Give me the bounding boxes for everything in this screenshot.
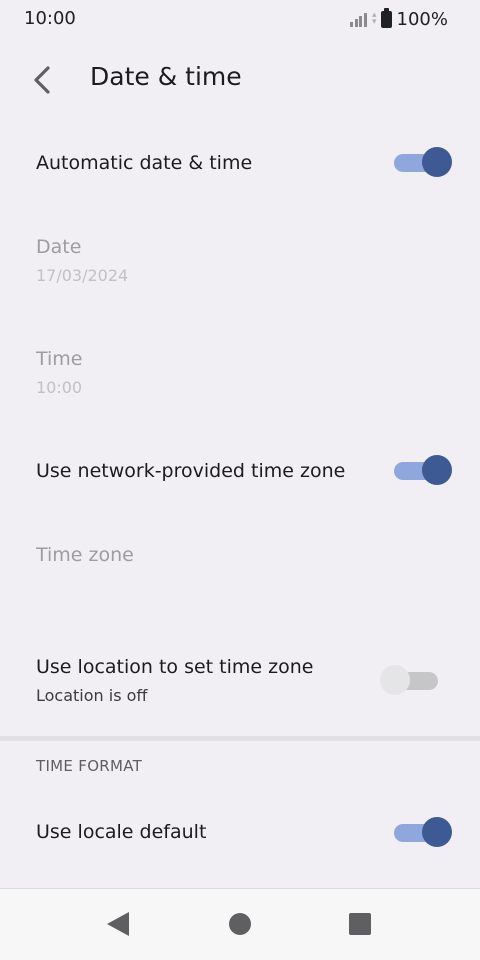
signal-icon: [350, 11, 368, 27]
use-locale-default-switch[interactable]: [392, 816, 454, 848]
switch-thumb: [380, 665, 410, 695]
time-zone-row: Time zone: [0, 520, 480, 600]
switch-thumb: [422, 147, 452, 177]
automatic-date-time-switch[interactable]: [392, 146, 454, 178]
time-title: Time: [36, 348, 83, 370]
status-bar: 10:00 ▴ ▾ 100%: [0, 0, 480, 38]
network-time-zone-row[interactable]: Use network-provided time zone: [0, 430, 480, 512]
location-time-zone-switch[interactable]: [380, 664, 442, 696]
automatic-date-time-title: Automatic date & time: [36, 152, 253, 174]
date-title: Date: [36, 236, 82, 258]
time-row: Time 10:00: [0, 332, 480, 418]
network-time-zone-title: Use network-provided time zone: [36, 460, 346, 482]
battery-percent: 100%: [396, 8, 448, 30]
status-icons: ▴ ▾ 100%: [350, 7, 448, 30]
location-time-zone-summary: Location is off: [36, 686, 148, 705]
network-time-zone-switch[interactable]: [392, 454, 454, 486]
date-value: 17/03/2024: [36, 266, 129, 285]
time-format-header: TIME FORMAT: [36, 757, 143, 775]
use-locale-default-row[interactable]: Use locale default: [0, 792, 480, 872]
battery-icon: [380, 7, 392, 28]
date-row: Date 17/03/2024: [0, 220, 480, 306]
settings-screen: 10:00 ▴ ▾ 100% Date & time Automatic date…: [0, 0, 480, 960]
back-arrow-icon[interactable]: [28, 60, 56, 100]
location-time-zone-row[interactable]: Use location to set time zone Location i…: [0, 640, 480, 730]
section-divider: [0, 736, 480, 741]
switch-thumb: [422, 817, 452, 847]
switch-thumb: [422, 455, 452, 485]
time-value: 10:00: [36, 378, 83, 397]
app-bar: Date & time: [0, 40, 480, 120]
time-zone-title: Time zone: [36, 544, 134, 566]
automatic-date-time-row[interactable]: Automatic date & time: [0, 120, 480, 206]
navigation-bar: [0, 888, 480, 960]
status-time: 10:00: [24, 8, 76, 29]
data-arrows-icon: ▴ ▾: [372, 10, 377, 27]
nav-home-icon[interactable]: [229, 913, 251, 935]
page-title: Date & time: [90, 62, 242, 91]
nav-recents-icon[interactable]: [349, 913, 371, 935]
use-locale-default-title: Use locale default: [36, 821, 207, 843]
nav-back-icon[interactable]: [107, 912, 129, 936]
location-time-zone-title: Use location to set time zone: [36, 656, 314, 678]
